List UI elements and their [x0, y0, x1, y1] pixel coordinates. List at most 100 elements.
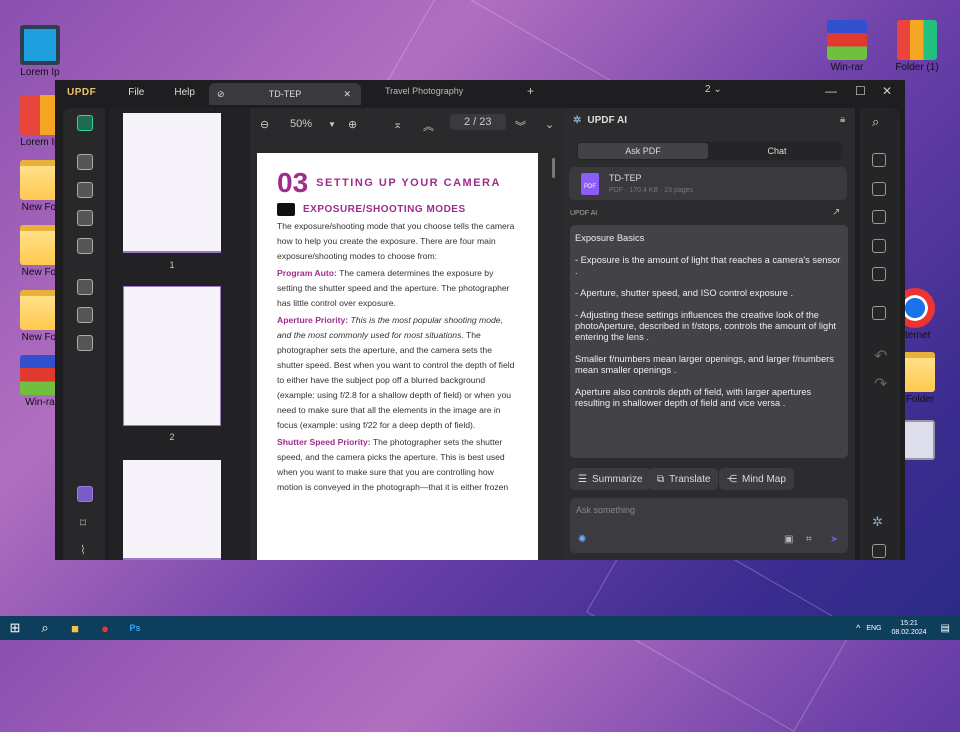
page-thumbnail-2[interactable]	[123, 286, 221, 426]
photoshop-icon[interactable]: Ps	[120, 623, 150, 633]
close-tab-icon[interactable]: ✕	[343, 89, 351, 100]
organize-pages-icon[interactable]	[77, 279, 93, 295]
icon-label: Folder (1)	[895, 62, 939, 73]
translate-button[interactable]: ⧉ Translate	[649, 468, 719, 490]
bookmark-icon[interactable]: ⌑	[80, 516, 86, 530]
label: Translate	[669, 473, 711, 485]
response-line: - Exposure is the amount of light that r…	[575, 255, 841, 276]
zoom-level[interactable]: 50%	[290, 118, 312, 130]
term: Program Auto:	[277, 268, 337, 278]
tab-travel-photography[interactable]: Travel Photography	[385, 86, 463, 96]
response-line: Exposure Basics	[575, 233, 645, 243]
minimize-button[interactable]: —	[825, 84, 837, 98]
ocr-icon[interactable]	[872, 153, 886, 167]
language-indicator[interactable]: ENG	[866, 625, 881, 632]
zoom-dropdown-icon[interactable]: ▼	[328, 120, 336, 129]
tray-chevron-icon[interactable]: ^	[856, 623, 860, 633]
convert-icon[interactable]	[872, 182, 886, 196]
updf-ai-icon[interactable]: ✲	[872, 514, 883, 530]
mind-map-button[interactable]: ⋲ Mind Map	[719, 468, 794, 490]
highlight-icon[interactable]	[77, 154, 93, 170]
next-page-button[interactable]: ︾	[515, 118, 526, 134]
close-button[interactable]: ✕	[882, 84, 892, 98]
page-thumbnail-1[interactable]	[123, 113, 221, 253]
clock[interactable]: 15:21 08.02.2024	[892, 619, 927, 637]
response-line: Smaller f/numbers mean larger openings, …	[575, 354, 834, 375]
email-icon[interactable]	[872, 267, 886, 281]
comment-icon[interactable]	[872, 544, 886, 558]
mind-map-icon: ⋲	[727, 473, 737, 485]
previous-page-button[interactable]: ︽	[423, 118, 434, 134]
first-page-button[interactable]: ⌅	[393, 118, 402, 131]
pdf-page: 03 SETTING UP YOUR CAMERA EXPOSURE/SHOOTI…	[257, 153, 538, 560]
notification-icon[interactable]: ▤	[941, 623, 950, 634]
file-card[interactable]: PDF TD-TEP PDF · 170.4 KB · 23 pages	[569, 167, 847, 200]
edit-pdf-icon[interactable]	[77, 182, 93, 198]
start-icon[interactable]: ⊞	[0, 620, 30, 636]
menu-file[interactable]: File	[128, 87, 144, 98]
new-tab-button[interactable]: +	[527, 84, 534, 98]
save-icon[interactable]	[872, 306, 886, 320]
tab-td-tep[interactable]: ⊘ TD-TEP ✕	[209, 83, 361, 105]
image-icon[interactable]: ▣	[784, 534, 793, 545]
zoom-out-button[interactable]: ⊖	[260, 118, 269, 131]
page-thumbnail-3[interactable]	[123, 460, 221, 560]
file-explorer-icon[interactable]: ■	[60, 621, 90, 636]
file-meta: PDF · 170.4 KB · 23 pages	[609, 187, 694, 194]
fill-sign-icon[interactable]	[77, 238, 93, 254]
ai-panel: ✲ UPDF AI 🔒︎ Ask PDF Chat PDF TD-TEP PDF …	[565, 108, 855, 560]
icon-label: Lorem Ip	[20, 137, 60, 148]
lightbulb-icon[interactable]: ✺	[578, 534, 586, 545]
paragraph-shutter-priority: Shutter Speed Priority: The photographer…	[277, 435, 518, 495]
layers-icon[interactable]	[77, 486, 93, 502]
maximize-button[interactable]: ☐	[855, 84, 866, 98]
desktop-icon-folder-1[interactable]: Folder (1)	[882, 20, 952, 73]
lock-icon[interactable]: 🔒︎	[840, 114, 845, 125]
tab-label: TD-TEP	[268, 89, 302, 99]
menu-help[interactable]: Help	[174, 87, 195, 98]
time: 15:21	[900, 620, 918, 627]
zoom-in-button[interactable]: ⊕	[348, 118, 357, 131]
term: Aperture Priority:	[277, 315, 349, 325]
search-icon[interactable]: ⌕	[872, 114, 879, 130]
screenshot-icon[interactable]: ⌗	[806, 534, 812, 545]
right-toolbar: ⌕ ↶ ↷ ✲	[860, 108, 900, 560]
desktop-icon-computer[interactable]: Lorem Ip	[5, 25, 75, 78]
open-external-icon[interactable]: ↗	[832, 207, 840, 218]
protect-icon[interactable]	[872, 210, 886, 224]
list-icon: ☰	[578, 473, 587, 485]
icon-label: New Fol	[21, 267, 59, 278]
last-page-button[interactable]: ⌄	[545, 118, 554, 131]
form-icon[interactable]	[77, 210, 93, 226]
page-input[interactable]: 2 / 23	[450, 114, 506, 130]
search-icon[interactable]: ⌕	[30, 620, 60, 636]
attachment-icon[interactable]: ⌇	[80, 543, 86, 557]
undo-icon[interactable]: ↶	[874, 346, 887, 366]
chrome-icon[interactable]: ●	[90, 621, 120, 636]
redo-icon[interactable]: ↷	[874, 374, 887, 394]
desktop-icon-winrar[interactable]: Win-rar	[812, 20, 882, 73]
tab-list-dropdown[interactable]: 2 ⌄	[705, 84, 722, 95]
tab-ask-pdf[interactable]: Ask PDF	[578, 143, 708, 159]
tab-count: 2	[705, 84, 711, 95]
body: The photographer sets the aperture, and …	[277, 330, 515, 430]
term: Shutter Speed Priority:	[277, 437, 371, 447]
scrollbar[interactable]	[552, 158, 555, 178]
date: 08.02.2024	[891, 629, 927, 636]
ask-placeholder: Ask something	[576, 505, 636, 515]
crop-icon[interactable]	[77, 307, 93, 323]
watermark-icon[interactable]	[77, 335, 93, 351]
send-icon[interactable]: ➤	[830, 534, 838, 545]
chapter-title: SETTING UP YOUR CAMERA	[316, 176, 501, 189]
share-icon[interactable]	[872, 239, 886, 253]
icon-label: New Fol	[21, 332, 59, 343]
title-bar: UPDF File Help ⊘ TD-TEP ✕ Travel Photograp…	[55, 80, 905, 105]
tab-chat[interactable]: Chat	[712, 143, 842, 159]
ask-chat-toggle: Ask PDF Chat	[577, 142, 842, 160]
reader-mode-icon[interactable]	[77, 115, 93, 131]
ask-input[interactable]: Ask something ✺ ▣ ⌗ ➤	[570, 498, 848, 553]
section-title: EXPOSURE/SHOOTING MODES	[303, 204, 466, 215]
paragraph-program-auto: Program Auto: The camera determines the …	[277, 266, 518, 311]
summarize-button[interactable]: ☰ Summarize	[570, 468, 651, 490]
taskbar: ⊞ ⌕ ■ ● Ps ^ ENG 15:21 08.02.2024 ▤	[0, 616, 960, 640]
